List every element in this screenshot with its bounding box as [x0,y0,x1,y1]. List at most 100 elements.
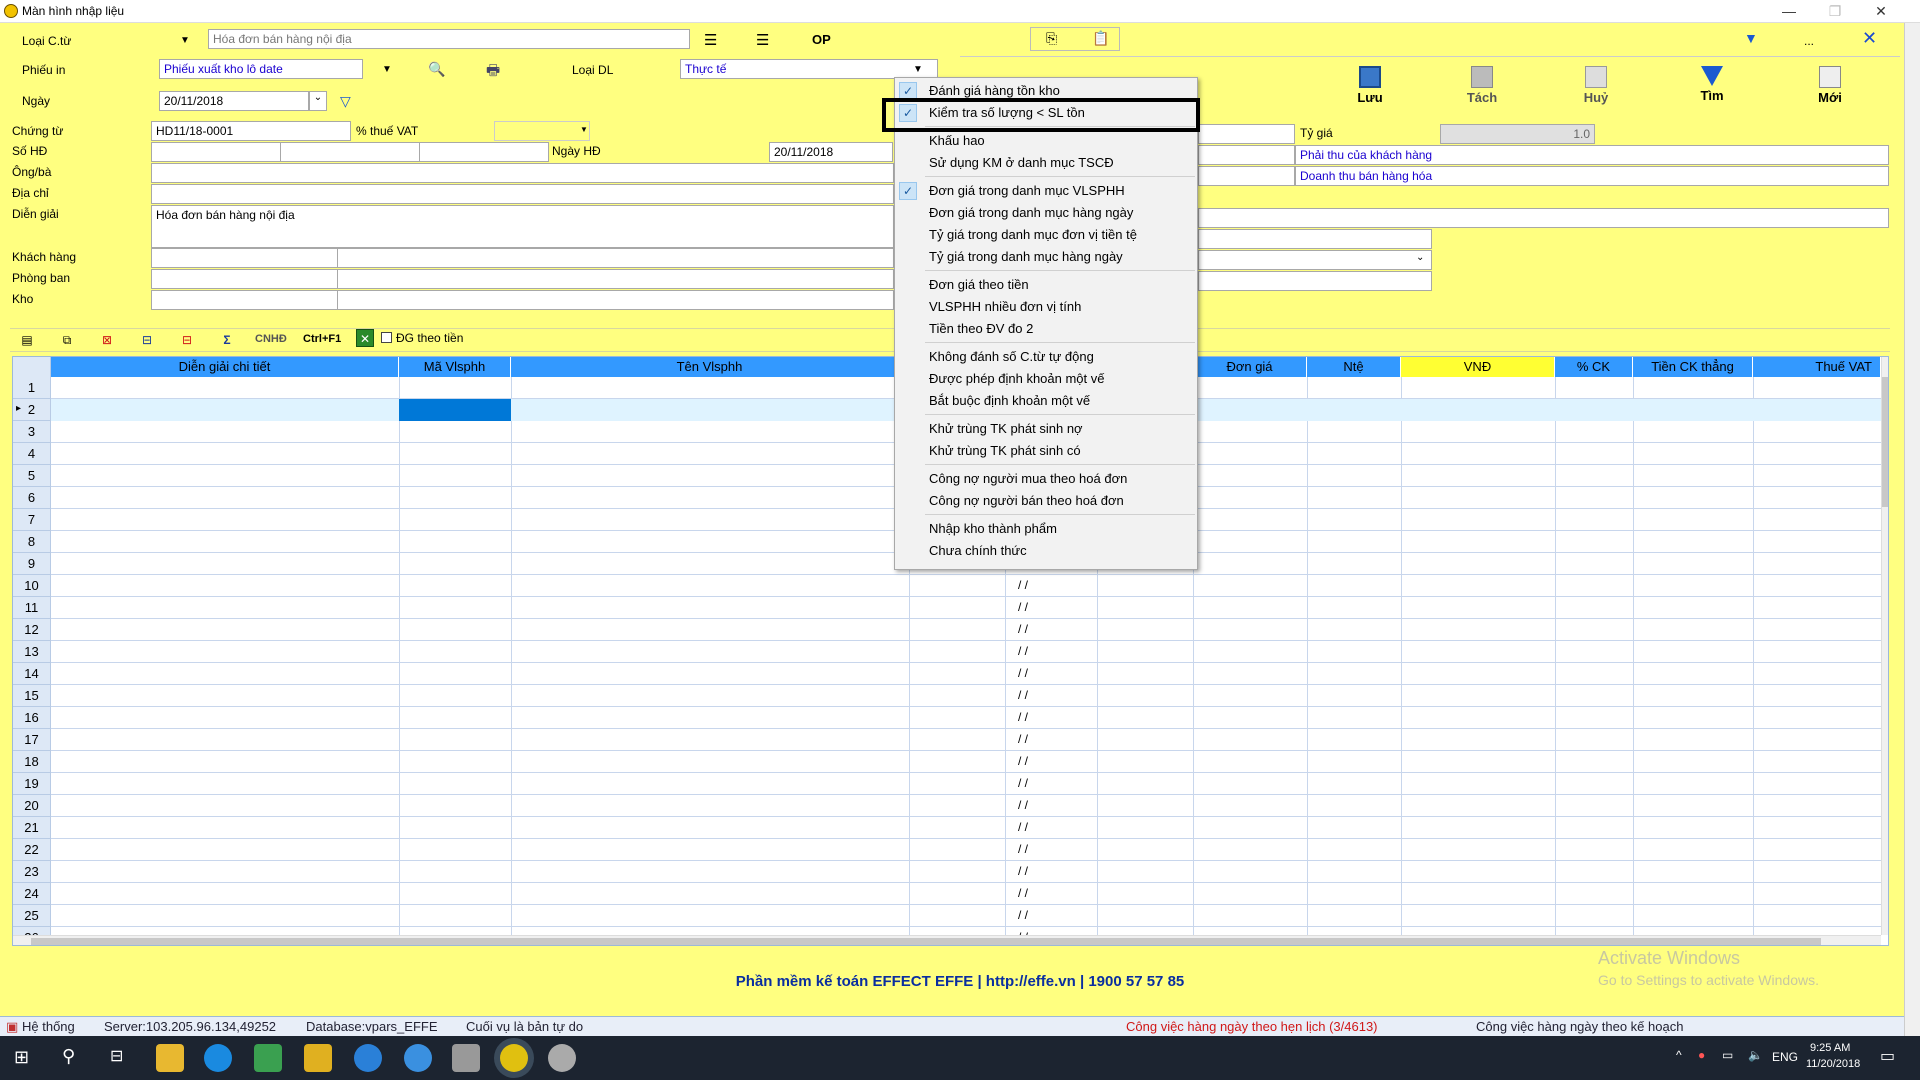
col-header-vnd[interactable]: VNĐ [1401,357,1555,377]
grid-save-row-icon[interactable]: ⊟ [134,327,160,353]
minimize-button[interactable]: — [1766,0,1812,23]
menu-item[interactable]: Bắt buộc định khoản một vế [929,390,1090,412]
app-icon-yellow[interactable] [304,1044,332,1072]
phong-ban-name-input[interactable] [337,269,894,289]
row-number[interactable]: 12 [13,619,51,641]
col-header-thue-vat[interactable]: Thuế VAT [1753,357,1881,377]
row-number[interactable]: 22 [13,839,51,861]
copy-icon[interactable]: ⎘ [1046,30,1057,47]
menu-item[interactable]: Công nợ người bán theo hoá đơn [929,490,1124,512]
menu-item[interactable]: Khấu hao [929,130,985,152]
date-cell[interactable]: / / [1018,710,1028,724]
ngay-input[interactable]: 20/11/2018 [159,91,309,111]
restore-button[interactable]: ❐ [1812,0,1858,23]
op-label[interactable]: OP [812,32,831,47]
ngay-hd-input[interactable]: 20/11/2018 [769,142,893,162]
menu-item[interactable]: Khử trùng TK phát sinh nợ [929,418,1083,440]
menu-item[interactable]: Chưa chính thức [929,540,1027,562]
tk-co-code-input[interactable] [1198,166,1295,186]
grid-insert-icon[interactable]: ▤ [14,327,40,353]
network-icon[interactable]: ▭ [1722,1048,1733,1062]
close-window-button[interactable]: ✕ [1858,0,1904,23]
menu-item[interactable]: Nhập kho thành phẩm [929,518,1057,540]
loai-ct-dropdown-arrow[interactable]: ▼ [180,35,190,46]
notification-icon[interactable]: ▭ [1880,1046,1895,1066]
more-options-button[interactable]: ... [1804,34,1814,48]
menu-item[interactable]: Đơn giá theo tiền [929,274,1029,296]
clock-date[interactable]: 11/20/2018 [1806,1058,1860,1070]
list-outdent-icon[interactable]: ☰ [756,31,769,49]
date-cell[interactable]: / / [1018,600,1028,614]
language-indicator[interactable]: ENG [1772,1050,1798,1064]
excel-icon[interactable]: ✕ [356,329,374,347]
col-header-ck[interactable]: % CK [1555,357,1633,377]
effect-app-icon[interactable] [500,1044,528,1072]
menu-item[interactable]: Không đánh số C.từ tự động [929,346,1094,368]
tk-no-code-input[interactable] [1198,145,1295,165]
date-cell[interactable]: / / [1018,776,1028,790]
task-view-icon[interactable]: ⊟ [110,1046,123,1066]
manager-icon[interactable] [452,1044,480,1072]
date-cell[interactable]: / / [1018,578,1028,592]
phieu-in-input[interactable]: Phiếu xuất kho lô date [159,59,363,79]
vat-select[interactable] [494,121,590,141]
date-cell[interactable]: / / [1018,644,1028,658]
col-header-ten-vlsphh[interactable]: Tên Vlsphh [511,357,909,377]
date-cell[interactable]: / / [1018,622,1028,636]
row-number[interactable]: 4 [13,443,51,465]
menu-item[interactable]: Sử dụng KM ở danh mục TSCĐ [929,152,1114,174]
right-select-input[interactable] [1198,250,1432,270]
row-number[interactable]: 23 [13,861,51,883]
phong-ban-code-input[interactable] [151,269,338,289]
grid-vertical-scrollbar[interactable] [1881,357,1888,935]
date-cell[interactable]: / / [1018,908,1028,922]
row-number[interactable]: 20 [13,795,51,817]
date-cell[interactable]: / / [1018,886,1028,900]
col-header-ma-vlsphh[interactable]: Mã Vlsphh [399,357,511,377]
search-icon[interactable]: ⚲ [62,1046,75,1067]
khach-hang-name-input[interactable] [337,248,894,268]
khach-hang-code-input[interactable] [151,248,338,268]
clock-time[interactable]: 9:25 AM [1810,1042,1850,1054]
row-number[interactable]: 19 [13,773,51,795]
teamviewer-icon[interactable] [354,1044,382,1072]
grid-remove-all-icon[interactable]: ⊟ [174,327,200,353]
task-plan-status[interactable]: Công việc hàng ngày theo kế hoạch [1476,1019,1683,1034]
row-number[interactable]: 25 [13,905,51,927]
split-button[interactable]: Tách [1460,66,1504,105]
list-indent-icon[interactable]: ☰ [704,31,717,49]
loai-dl-dropdown-arrow[interactable]: ▼ [913,64,923,75]
date-filter-icon[interactable]: ▽ [340,93,351,110]
row-number[interactable]: 6 [13,487,51,509]
ong-ba-input[interactable] [151,163,894,183]
vat-dropdown-arrow[interactable]: ▼ [580,125,588,134]
row-number[interactable]: 9 [13,553,51,575]
col-header-tien-ck[interactable]: Tiền CK thẳng [1633,357,1753,377]
row-number[interactable]: 7 [13,509,51,531]
date-cell[interactable]: / / [1018,666,1028,680]
so-hd-number-input[interactable] [419,142,549,162]
row-number[interactable]: 24 [13,883,51,905]
kho-code-input[interactable] [151,290,338,310]
date-cell[interactable]: / / [1018,798,1028,812]
so-hd-symbol-input[interactable] [280,142,420,162]
phieu-in-dropdown-arrow[interactable]: ▼ [382,64,392,75]
row-number[interactable]: 3 [13,421,51,443]
menu-item[interactable]: Tỷ giá trong danh mục hàng ngày [929,246,1123,268]
ty-gia-input[interactable]: 1.0 [1440,124,1595,144]
dia-chi-input[interactable] [151,184,894,204]
start-button[interactable]: ⊞ [14,1047,29,1068]
menu-item[interactable]: Tiền theo ĐV đo 2 [929,318,1033,340]
paint-icon[interactable] [548,1044,576,1072]
selected-cell[interactable] [399,399,511,421]
date-cell[interactable]: / / [1018,732,1028,746]
kho-name-input[interactable] [337,290,894,310]
right-mid-input-2[interactable] [1198,271,1432,291]
row-number[interactable]: 1 [13,377,51,399]
menu-item[interactable]: Đơn giá trong danh mục hàng ngày [929,202,1133,224]
date-cell[interactable]: / / [1018,754,1028,768]
loai-dl-input[interactable]: Thực tế [680,59,938,79]
row-number[interactable]: 14 [13,663,51,685]
grid-sum-icon[interactable]: Σ [214,327,240,353]
row-number[interactable]: 18 [13,751,51,773]
